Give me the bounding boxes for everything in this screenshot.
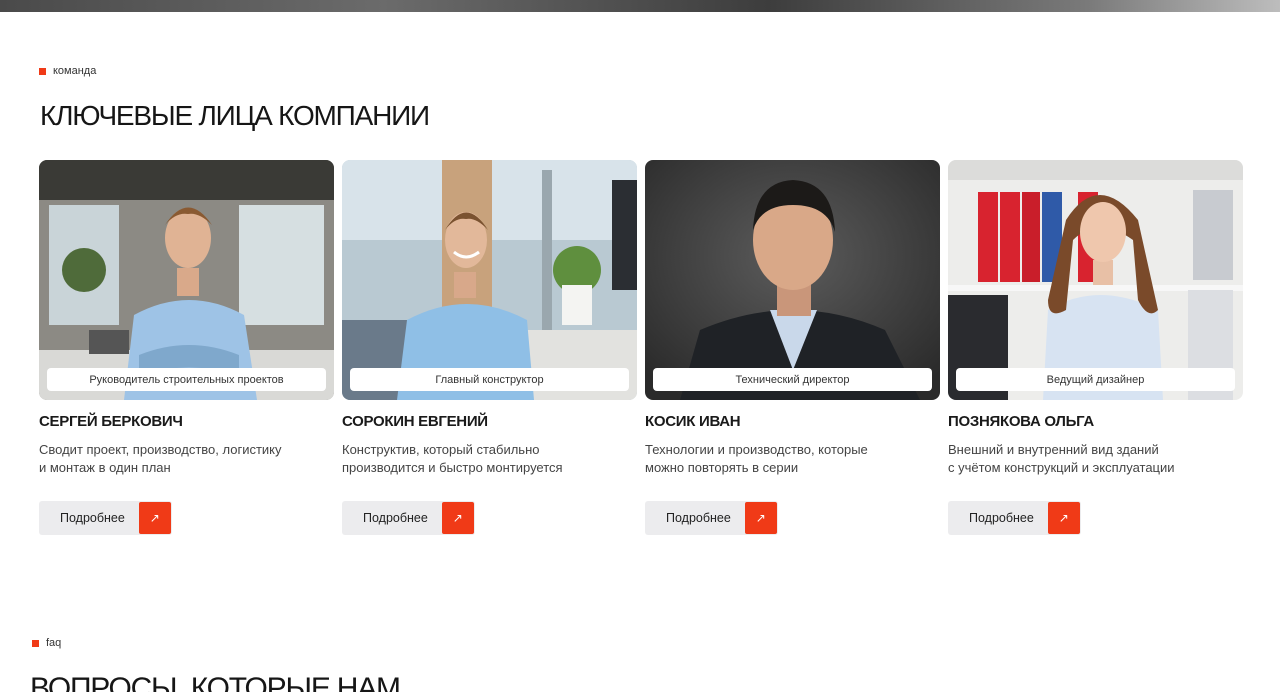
member-name: СОРОКИН ЕВГЕНИЙ [342, 413, 488, 430]
role-badge: Руководитель строительных проектов [47, 368, 326, 391]
more-button-label: Подробнее [969, 511, 1034, 525]
team-card: Технический директор КОСИК ИВАН Технолог… [645, 160, 940, 535]
section-tag-label: faq [46, 637, 62, 649]
member-description: Технологии и производство, которые можно… [645, 441, 905, 477]
member-description-line: Конструктив, который стабильно [342, 442, 540, 457]
hero-image-bottom-edge [0, 0, 1280, 12]
more-button[interactable]: Подробнее ↗ [39, 501, 172, 535]
more-button-label: Подробнее [363, 511, 428, 525]
arrow-up-right-icon: ↗ [1047, 502, 1080, 534]
member-description: Внешний и внутренний вид зданий с учётом… [948, 441, 1208, 477]
arrow-up-right-icon: ↗ [441, 502, 474, 534]
member-description-line: с учётом конструкций и эксплуатации [948, 460, 1175, 475]
section-tag-faq: faq [32, 637, 61, 649]
more-button[interactable]: Подробнее ↗ [645, 501, 778, 535]
section-tag-label: команда [53, 65, 97, 77]
more-button[interactable]: Подробнее ↗ [948, 501, 1081, 535]
team-section-title: КЛЮЧЕВЫЕ ЛИЦА КОМПАНИИ [40, 100, 430, 131]
arrow-up-right-icon: ↗ [138, 502, 171, 534]
role-badge: Технический директор [653, 368, 932, 391]
team-cards: Руководитель строительных проектов СЕРГЕ… [39, 160, 1243, 535]
role-badge: Главный конструктор [350, 368, 629, 391]
member-description-line: Сводит проект, производство, логистику [39, 442, 282, 457]
member-name: КОСИК ИВАН [645, 413, 741, 430]
team-member-photo: Ведущий дизайнер [948, 160, 1243, 400]
more-button[interactable]: Подробнее ↗ [342, 501, 475, 535]
member-name: СЕРГЕЙ БЕРКОВИЧ [39, 413, 183, 430]
team-member-photo: Главный конструктор [342, 160, 637, 400]
member-description-line: можно повторять в серии [645, 460, 799, 475]
tag-square-icon [39, 67, 46, 75]
member-name: ПОЗНЯКОВА ОЛЬГА [948, 413, 1094, 430]
member-description: Сводит проект, производство, логистику и… [39, 441, 299, 477]
member-description-line: Технологии и производство, которые [645, 442, 868, 457]
role-badge: Ведущий дизайнер [956, 368, 1235, 391]
person-photo [948, 160, 1243, 400]
arrow-up-right-icon: ↗ [744, 502, 777, 534]
team-card: Руководитель строительных проектов СЕРГЕ… [39, 160, 334, 535]
section-tag-team: команда [39, 65, 96, 77]
more-button-label: Подробнее [666, 511, 731, 525]
person-photo [342, 160, 637, 400]
team-card: Ведущий дизайнер ПОЗНЯКОВА ОЛЬГА Внешний… [948, 160, 1243, 535]
faq-section-title: ВОПРОСЫ, КОТОРЫЕ НАМ [30, 672, 401, 692]
member-description: Конструктив, который стабильно производи… [342, 441, 602, 477]
team-card: Главный конструктор СОРОКИН ЕВГЕНИЙ Конс… [342, 160, 637, 535]
person-photo [39, 160, 334, 400]
member-description-line: и монтаж в один план [39, 460, 171, 475]
member-description-line: Внешний и внутренний вид зданий [948, 442, 1159, 457]
more-button-label: Подробнее [60, 511, 125, 525]
team-member-photo: Руководитель строительных проектов [39, 160, 334, 400]
member-description-line: производится и быстро монтируется [342, 460, 563, 475]
tag-square-icon [32, 639, 39, 647]
team-member-photo: Технический директор [645, 160, 940, 400]
person-photo [645, 160, 940, 400]
